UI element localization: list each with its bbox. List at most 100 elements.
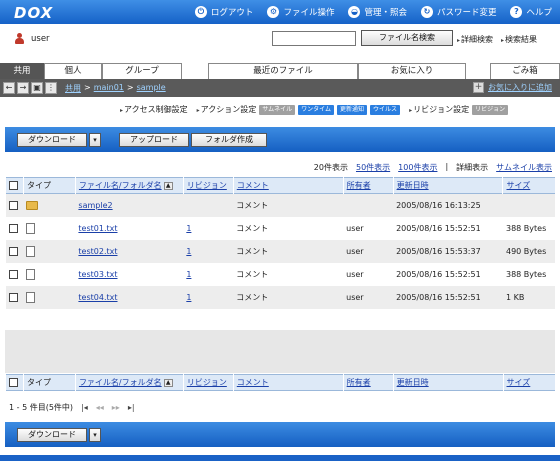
col-comment[interactable]: コメント <box>232 374 344 391</box>
nav-icons: ← → ▣ ⋮ <box>3 82 57 94</box>
col-revision[interactable]: リビジョン <box>182 177 234 194</box>
file-icon <box>26 291 36 303</box>
file-name-link[interactable]: test01.txt <box>78 224 117 233</box>
download-dropdown-icon-bottom[interactable]: ▾ <box>89 428 101 442</box>
col-size[interactable]: サイズ <box>502 177 555 194</box>
row-checkbox[interactable] <box>8 200 18 210</box>
back-icon[interactable]: ← <box>3 82 15 94</box>
topnav-item[interactable]: ◒ 管理・照会 <box>348 6 407 18</box>
col-name[interactable]: ファイル名/フォルダ名 ▲ <box>74 374 184 391</box>
tree-icon[interactable]: ⋮ <box>45 82 57 94</box>
filename-search-button[interactable]: ファイル名検索 <box>361 30 453 46</box>
file-icon <box>26 245 36 257</box>
revision-link[interactable]: 1 <box>186 247 191 256</box>
action-settings-link[interactable]: アクション設定 <box>197 104 257 115</box>
breadcrumb-sample[interactable]: sample <box>137 83 166 94</box>
revision-settings-link[interactable]: リビジョン設定 <box>409 104 469 115</box>
tab-bar: 共用 個人 グループ 最近のファイル お気に入り ごみ箱 <box>0 63 560 79</box>
tab-personal[interactable]: 個人 <box>44 63 102 79</box>
advanced-search-link[interactable]: 詳細検索 <box>457 34 493 45</box>
table-row[interactable]: sample2 コメント 2005/08/16 16:13:25 <box>5 193 555 217</box>
table-row[interactable]: test01.txt 1 コメント user 2005/08/16 15:52:51 38… <box>5 216 555 240</box>
table-header: タイプ ファイル名/フォルダ名 ▲ リビジョン コメント 所有者 更新日時 サイズ <box>5 177 555 194</box>
revision-link[interactable]: 1 <box>186 270 191 279</box>
topnav-label: ヘルプ <box>526 8 552 18</box>
tab-favorites[interactable]: お気に入り <box>358 63 466 79</box>
file-updated: 2005/08/16 15:52:51 <box>396 223 481 233</box>
tab-shared[interactable]: 共用 <box>0 63 44 79</box>
onetime-chip: ワンタイム <box>298 104 335 115</box>
topnav-item[interactable]: ⏻ ログアウト <box>194 6 253 18</box>
file-comment: コメント <box>236 269 269 279</box>
topnav-label: パスワード変更 <box>436 8 497 18</box>
row-checkbox[interactable] <box>8 269 18 279</box>
col-comment[interactable]: コメント <box>232 177 344 194</box>
download-button[interactable]: ダウンロード <box>17 133 87 147</box>
upload-button[interactable]: アップロード <box>119 133 189 147</box>
download-button-bottom[interactable]: ダウンロード <box>17 428 87 442</box>
select-all-checkbox-bottom[interactable] <box>9 378 18 387</box>
breadcrumb-separator: > <box>84 83 91 92</box>
col-owner[interactable]: 所有者 <box>342 374 394 391</box>
thumbnail-chip: サムネイル <box>259 104 296 115</box>
search-input[interactable] <box>272 31 356 46</box>
sort-asc-icon[interactable]: ▲ <box>163 181 173 190</box>
file-name-link[interactable]: test03.txt <box>78 270 117 279</box>
top-nav: ⏻ ログアウト ⚙ ファイル操作 ◒ 管理・照会 ↻ パスワード変更 ? ヘルプ <box>194 0 552 24</box>
table-row[interactable]: test03.txt 1 コメント user 2005/08/16 15:52:51 38… <box>5 262 555 286</box>
add-favorite-link[interactable]: お気に入りに追加 <box>488 82 552 93</box>
pagesize-50[interactable]: 50件表示 <box>356 162 390 173</box>
access-control-link[interactable]: アクセス制御設定 <box>120 104 188 115</box>
tab-trash[interactable]: ごみ箱 <box>490 63 560 79</box>
sort-asc-icon[interactable]: ▲ <box>163 378 173 387</box>
pagesize-20: 20件表示 <box>313 163 348 172</box>
first-page-icon[interactable]: |◂ <box>81 403 88 412</box>
file-name-link[interactable]: test02.txt <box>78 247 117 256</box>
breadcrumb-main01[interactable]: main01 <box>94 83 124 94</box>
search-results-link[interactable]: 検索結果 <box>501 34 537 45</box>
user-info: user <box>14 33 50 45</box>
topnav-item[interactable]: ⚙ ファイル操作 <box>267 6 334 18</box>
topnav-item[interactable]: ? ヘルプ <box>510 6 552 18</box>
pagesize-100[interactable]: 100件表示 <box>398 162 437 173</box>
thumbnail-view[interactable]: サムネイル表示 <box>496 162 552 173</box>
topnav-item[interactable]: ↻ パスワード変更 <box>420 6 497 18</box>
table-row[interactable]: test04.txt 1 コメント user 2005/08/16 15:52:51 1 … <box>5 285 555 309</box>
row-checkbox[interactable] <box>8 246 18 256</box>
app-logo: DOX <box>14 4 54 22</box>
forward-icon[interactable]: → <box>17 82 29 94</box>
breadcrumb-shared[interactable]: 共用 <box>65 83 81 94</box>
table-row[interactable]: test02.txt 1 コメント user 2005/08/16 15:53:37 49… <box>5 239 555 263</box>
col-owner[interactable]: 所有者 <box>342 177 394 194</box>
file-updated: 2005/08/16 15:53:37 <box>396 246 481 256</box>
admin-icon: ◒ <box>348 6 361 18</box>
row-checkbox[interactable] <box>8 223 18 233</box>
last-page-icon[interactable]: ▸| <box>128 403 135 412</box>
revision-link[interactable]: 1 <box>186 224 191 233</box>
file-name-link[interactable]: test04.txt <box>78 293 117 302</box>
tab-recent-files[interactable]: 最近のファイル <box>208 63 358 79</box>
file-name-link[interactable]: sample2 <box>78 201 112 210</box>
col-updated[interactable]: 更新日時 <box>392 177 503 194</box>
table-header-bottom: タイプ ファイル名/フォルダ名 ▲ リビジョン コメント 所有者 更新日時 サイズ <box>5 374 555 391</box>
create-folder-button[interactable]: フォルダ作成 <box>191 133 267 147</box>
file-comment: コメント <box>236 223 269 233</box>
row-checkbox[interactable] <box>8 292 18 302</box>
col-size[interactable]: サイズ <box>502 374 555 391</box>
password-icon: ↻ <box>420 6 433 18</box>
up-folder-icon[interactable]: ▣ <box>31 82 43 94</box>
download-dropdown-icon[interactable]: ▾ <box>89 133 101 147</box>
file-size: 388 Bytes <box>505 223 547 233</box>
breadcrumb-separator: > <box>126 83 134 92</box>
file-owner: user <box>346 246 364 256</box>
file-icon <box>26 268 36 280</box>
prev-page-icon: ◂◂ <box>95 403 104 412</box>
file-table-footer-header: タイプ ファイル名/フォルダ名 ▲ リビジョン コメント 所有者 更新日時 サイズ <box>5 374 555 391</box>
revision-link[interactable]: 1 <box>186 293 191 302</box>
col-revision[interactable]: リビジョン <box>182 374 234 391</box>
select-all-checkbox[interactable] <box>9 181 18 190</box>
col-updated[interactable]: 更新日時 <box>392 374 504 391</box>
col-name[interactable]: ファイル名/フォルダ名 ▲ <box>74 177 184 194</box>
tab-group[interactable]: グループ <box>102 63 182 79</box>
add-favorite[interactable]: + お気に入りに追加 <box>473 82 552 93</box>
